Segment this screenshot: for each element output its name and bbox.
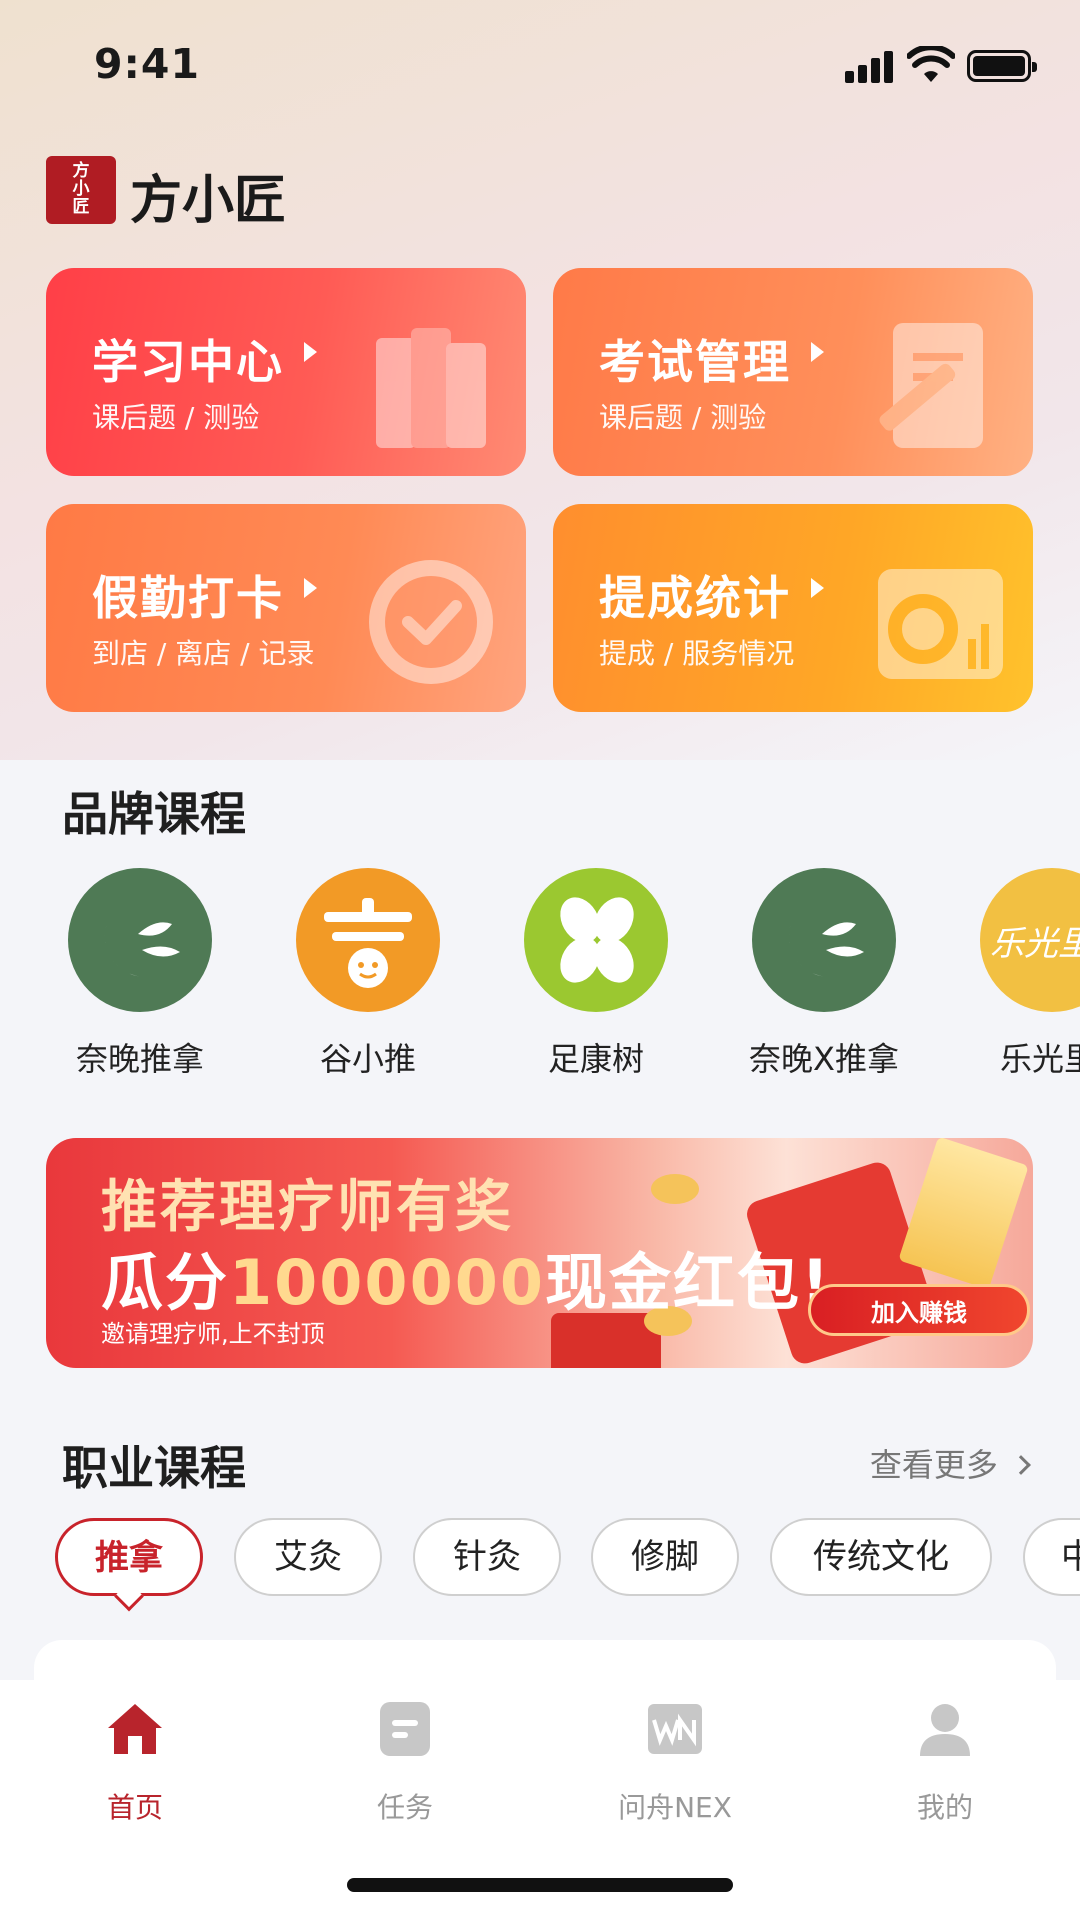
tab-label: 问舟NEX: [618, 1791, 732, 1824]
brand-label: 奈晚推拿: [75, 1040, 204, 1078]
card-subtitle: 课后题 / 测验: [599, 401, 767, 434]
brand-item-naiwan-x[interactable]: 奈晚X推拿: [734, 868, 914, 1080]
banner-text-suffix: 现金红包!: [545, 1246, 832, 1319]
exam-management-card[interactable]: 考试管理 课后题 / 测验: [553, 268, 1033, 476]
cellular-signal-icon: [845, 51, 895, 83]
profile-icon: [920, 1704, 970, 1756]
banner-caption: 邀请理疗师,上不封顶: [101, 1320, 325, 1348]
brand-item-naiwan[interactable]: 奈晚推拿: [50, 868, 230, 1080]
attendance-card[interactable]: 假勤打卡 到店 / 离店 / 记录: [46, 504, 526, 712]
chip-xiujiao[interactable]: 修脚: [591, 1518, 739, 1596]
view-more-link[interactable]: 查看更多: [869, 1440, 1031, 1486]
chip-chuantong-wenhua[interactable]: 传统文化: [770, 1518, 992, 1596]
moon-leaf-logo-icon: [68, 868, 212, 1012]
chart-card-icon: [878, 569, 1003, 679]
text-logo-icon: 乐光里: [980, 868, 1080, 1012]
wifi-icon: [907, 46, 955, 82]
career-courses-title: 职业课程: [62, 1441, 246, 1495]
referral-banner[interactable]: 推荐理疗师有奖 瓜分1000000现金红包! 邀请理疗师,上不封顶 加入赚钱: [46, 1138, 1033, 1368]
learning-center-card[interactable]: 学习中心 课后题 / 测验: [46, 268, 526, 476]
chip-partial[interactable]: 中: [1023, 1518, 1080, 1596]
join-earn-button[interactable]: 加入赚钱: [808, 1284, 1030, 1336]
folders-icon: [376, 328, 486, 448]
banner-text-prefix: 瓜分: [101, 1246, 230, 1319]
brand-label: 乐光里: [1000, 1040, 1080, 1078]
brand-courses-title: 品牌课程: [62, 787, 246, 841]
banner-headline: 推荐理疗师有奖: [101, 1175, 514, 1240]
chevron-right-icon: [1011, 1455, 1031, 1475]
card-title: 学习中心: [92, 335, 284, 389]
home-indicator: [347, 1878, 733, 1892]
monkey-logo-icon: [296, 868, 440, 1012]
brand-logo-text: 乐光里: [990, 924, 1080, 964]
home-icon: [108, 1704, 162, 1754]
brand-label: 奈晚X推拿: [749, 1040, 899, 1078]
chip-tuina[interactable]: 推拿: [55, 1518, 203, 1596]
chip-zhenjiu[interactable]: 针灸: [413, 1518, 561, 1596]
card-arrow-icon: [304, 342, 317, 362]
card-title: 考试管理: [599, 335, 791, 389]
card-arrow-icon: [811, 342, 824, 362]
tab-label: 任务: [376, 1791, 433, 1824]
brand-item-guxiaotui[interactable]: 谷小推: [278, 868, 458, 1080]
card-title: 假勤打卡: [92, 571, 284, 625]
tab-label: 首页: [106, 1791, 163, 1824]
app-logo: 方小匠: [46, 156, 116, 224]
tab-task[interactable]: 任务: [305, 1698, 505, 1826]
card-subtitle: 课后题 / 测验: [92, 401, 260, 434]
view-more-label: 查看更多: [869, 1446, 998, 1484]
task-icon: [380, 1702, 430, 1756]
status-time: 9:41: [94, 40, 200, 88]
banner-amount: 1000000: [229, 1246, 545, 1319]
brand-item-leguangli[interactable]: 乐光里 乐光里: [962, 868, 1080, 1080]
status-bar: 9:41: [0, 0, 1080, 130]
clover-logo-icon: [524, 868, 668, 1012]
brand-label: 谷小推: [319, 1040, 416, 1078]
brand-label: 足康树: [547, 1040, 644, 1078]
card-subtitle: 到店 / 离店 / 记录: [92, 637, 315, 670]
check-badge-icon: [369, 560, 493, 684]
wn-icon: [648, 1704, 702, 1754]
coin-decoration: [651, 1174, 699, 1204]
brand-item-zukangshu[interactable]: 足康树: [506, 868, 686, 1080]
tab-home[interactable]: 首页: [35, 1698, 235, 1826]
app-name: 方小匠: [130, 170, 287, 231]
card-arrow-icon: [811, 578, 824, 598]
banner-subheadline: 瓜分1000000现金红包!: [101, 1232, 831, 1322]
pencil-paper-icon: [879, 323, 983, 448]
moon-leaf-logo-icon: [752, 868, 896, 1012]
card-subtitle: 提成 / 服务情况: [599, 637, 795, 670]
tab-label: 我的: [916, 1791, 973, 1824]
commission-stats-card[interactable]: 提成统计 提成 / 服务情况: [553, 504, 1033, 712]
card-arrow-icon: [304, 578, 317, 598]
battery-icon: [967, 50, 1037, 82]
tab-wenzhou-nex[interactable]: 问舟NEX: [575, 1698, 775, 1826]
card-title: 提成统计: [599, 571, 791, 625]
tab-profile[interactable]: 我的: [845, 1698, 1045, 1826]
chip-aijiu[interactable]: 艾灸: [234, 1518, 382, 1596]
ticket-decoration: [898, 1138, 1029, 1290]
